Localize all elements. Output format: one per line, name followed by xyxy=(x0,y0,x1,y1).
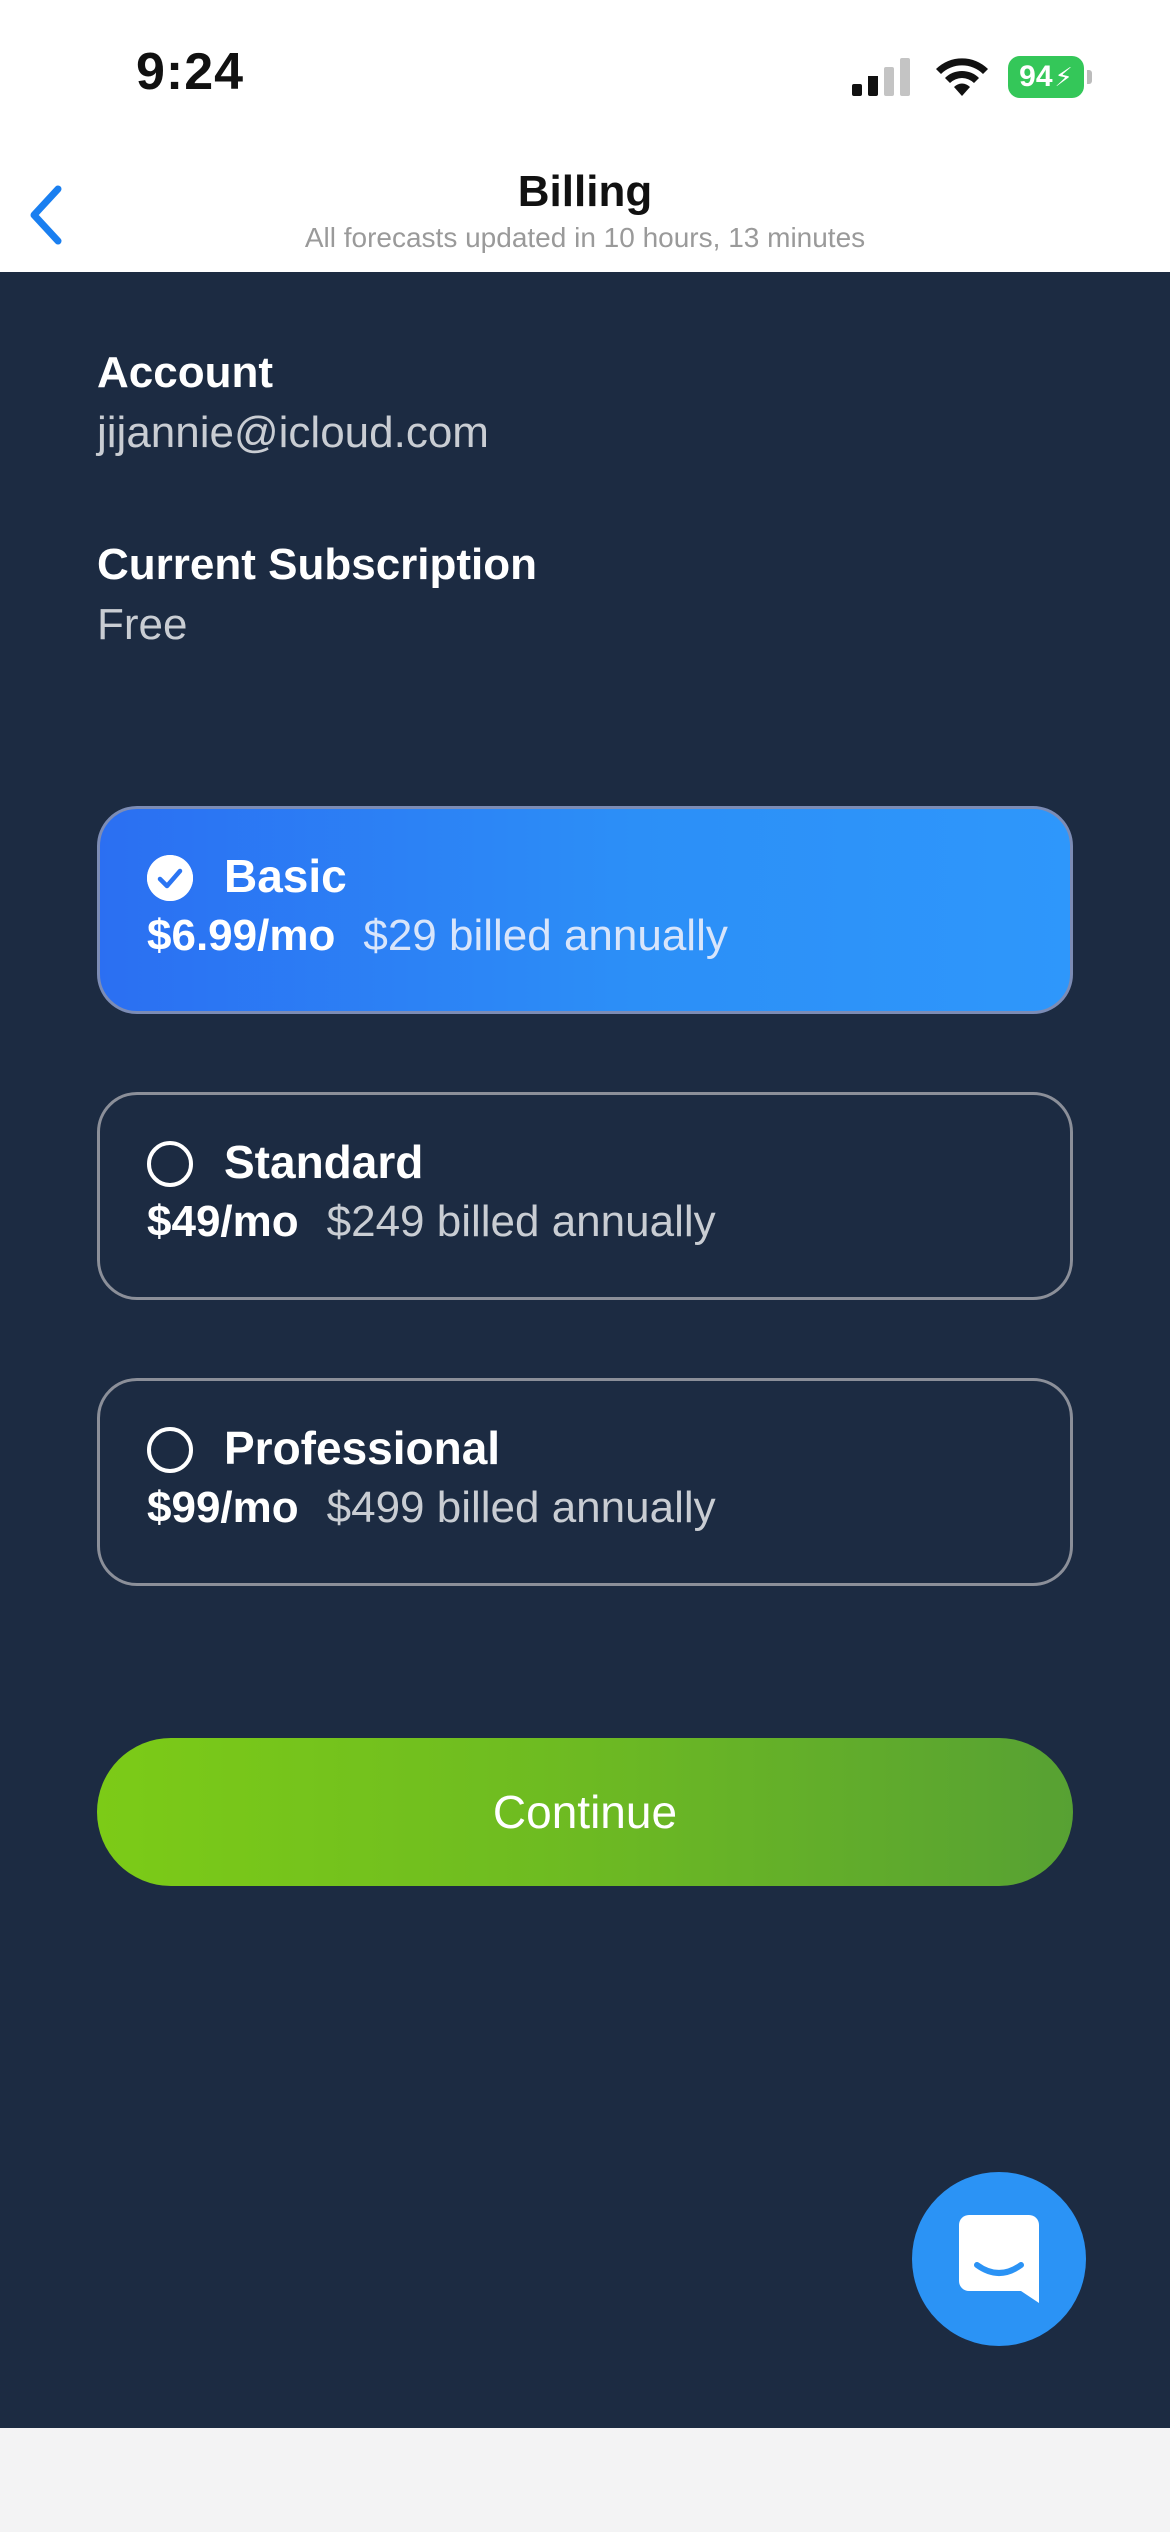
account-label: Account xyxy=(97,348,273,397)
plan-monthly-price: $99/mo xyxy=(147,1483,299,1532)
page-title: Billing xyxy=(517,167,653,216)
chat-button[interactable] xyxy=(912,2172,1086,2346)
plan-monthly-price: $6.99/mo xyxy=(147,911,336,960)
account-email: jijannie@icloud.com xyxy=(97,408,489,457)
nav-header: Billing All forecasts updated in 10 hour… xyxy=(0,160,1170,272)
battery-charging-icon: 94 ⚡ xyxy=(1008,56,1084,98)
radio-unchecked-icon xyxy=(147,1141,193,1187)
continue-button[interactable]: Continue xyxy=(97,1738,1073,1886)
plan-option-basic[interactable]: Basic $6.99/mo $29 billed annually xyxy=(97,806,1073,1014)
plan-name: Professional xyxy=(224,1422,501,1474)
subscription-value: Free xyxy=(97,600,188,649)
plan-option-professional[interactable]: Professional $99/mo $499 billed annually xyxy=(97,1378,1073,1586)
radio-unchecked-icon xyxy=(147,1427,193,1473)
billing-screen: 9:24 94 ⚡ Billing All forecasts updated … xyxy=(0,0,1170,2532)
wifi-icon xyxy=(936,58,988,96)
plan-annual-price: $499 billed annually xyxy=(326,1483,716,1532)
plan-annual-price: $29 billed annually xyxy=(363,911,728,960)
status-time: 9:24 xyxy=(136,43,245,101)
plan-pricing: $6.99/mo $29 billed annually xyxy=(147,911,728,961)
plan-name: Standard xyxy=(224,1136,424,1188)
plan-pricing: $99/mo $499 billed annually xyxy=(147,1483,716,1533)
subscription-label: Current Subscription xyxy=(97,540,538,589)
status-bar: 9:24 94 ⚡ xyxy=(0,0,1170,160)
plan-monthly-price: $49/mo xyxy=(147,1197,299,1246)
battery-level: 94 xyxy=(1019,60,1053,93)
plan-annual-price: $249 billed annually xyxy=(326,1197,716,1246)
page-subtitle: All forecasts updated in 10 hours, 13 mi… xyxy=(304,222,866,253)
radio-checked-icon xyxy=(147,855,193,901)
chat-bubble-icon xyxy=(959,2215,1039,2303)
plan-option-standard[interactable]: Standard $49/mo $249 billed annually xyxy=(97,1092,1073,1300)
battery-tip xyxy=(1087,70,1092,84)
billing-content: Account jijannie@icloud.com Current Subs… xyxy=(0,272,1170,2428)
plan-name: Basic xyxy=(224,850,347,902)
plan-pricing: $49/mo $249 billed annually xyxy=(147,1197,716,1247)
bottom-safe-area xyxy=(0,2428,1170,2532)
signal-icon xyxy=(852,58,910,96)
